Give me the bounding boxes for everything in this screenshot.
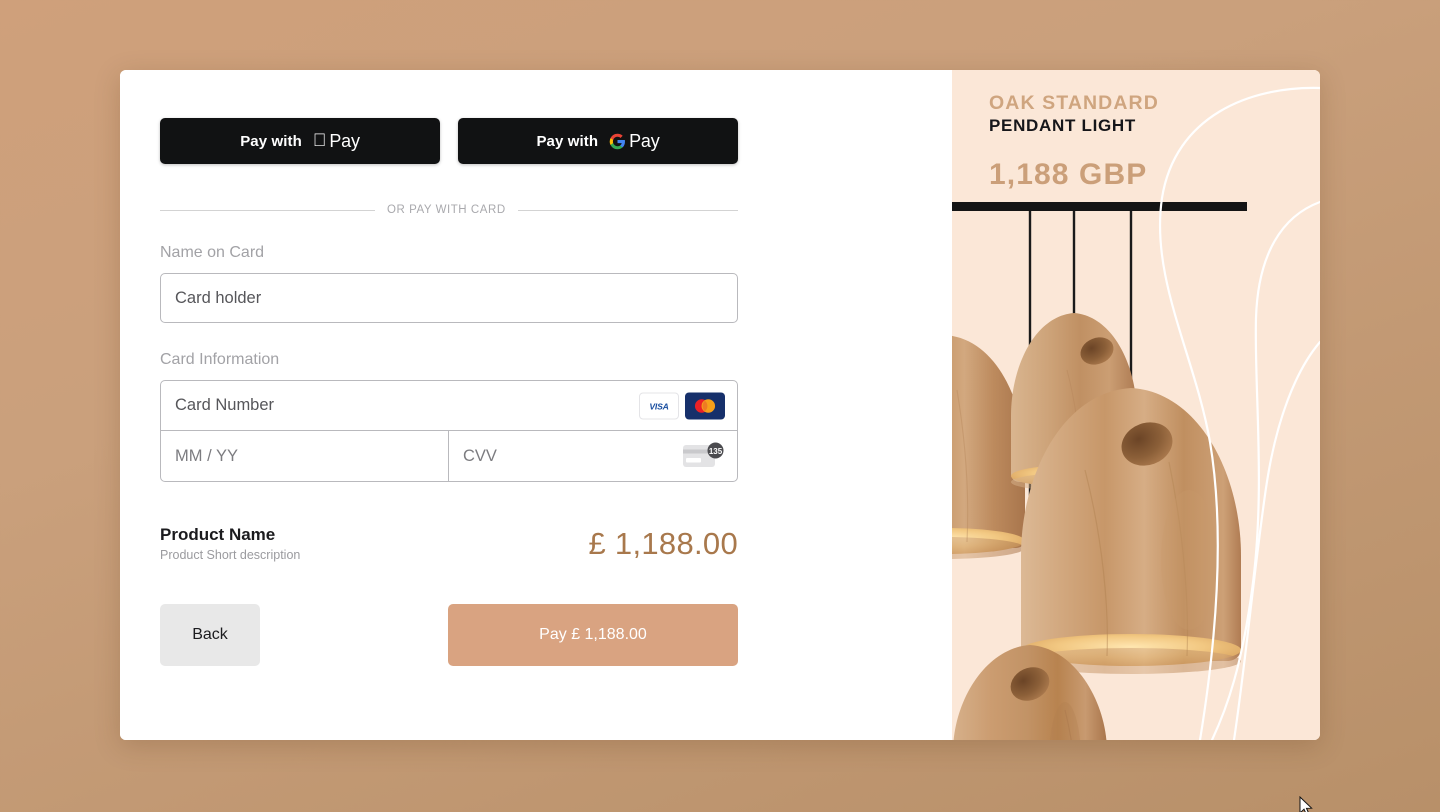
mouse-cursor: [1299, 796, 1313, 812]
pendant-lamp-d: [953, 645, 1107, 740]
card-expiry-input[interactable]: MM / YY: [161, 431, 449, 481]
card-information-label: Card Information: [160, 351, 280, 368]
pendant-lamp-b: [1011, 313, 1137, 491]
showcase-price: 1,188 GBP: [989, 157, 1148, 191]
order-summary: Product Name Product Short description £…: [160, 524, 738, 562]
pendant-lamp-c: [1021, 388, 1241, 674]
order-summary-product: Product Name Product Short description: [160, 524, 300, 562]
apple-pay-button[interactable]: Pay with  Pay: [160, 118, 440, 164]
svg-text:VISA: VISA: [649, 401, 668, 411]
card-information-block: Card Number VISA MM / YY CVV 135: [160, 380, 738, 482]
apple-logo-icon: : [313, 131, 327, 149]
showcase-text-block: OAK STANDARD PENDANT LIGHT 1,188 GBP: [989, 92, 1159, 192]
or-pay-with-card-divider: OR PAY WITH CARD: [160, 204, 738, 216]
form-actions: Back Pay £ 1,188.00: [160, 604, 738, 667]
svg-text:135: 135: [709, 447, 723, 456]
product-name: Product Name: [160, 525, 276, 544]
showcase-subtitle: PENDANT LIGHT: [989, 116, 1136, 136]
showcase-title: OAK STANDARD: [989, 92, 1159, 114]
apple-pay-brand-text: Pay: [322, 130, 360, 151]
wallet-buttons-row: Pay with  Pay Pay with: [160, 118, 738, 164]
back-button[interactable]: Back: [160, 604, 260, 667]
google-pay-label: Pay with: [536, 132, 599, 150]
divider-rule-right: [517, 209, 738, 211]
divider-rule-left: [160, 209, 375, 211]
checkout-card: Pay with  Pay Pay with: [120, 70, 1320, 740]
apple-pay-mark:  Pay: [313, 131, 360, 152]
divider-label: OR PAY WITH CARD: [387, 204, 506, 216]
card-expiry-placeholder: MM / YY: [175, 446, 238, 465]
product-showcase-pane: OAK STANDARD PENDANT LIGHT 1,188 GBP: [952, 70, 1320, 740]
google-pay-brand-text: Pay: [629, 130, 660, 151]
card-expiry-cvv-row: MM / YY CVV 135: [161, 431, 737, 481]
google-pay-mark: Pay: [609, 130, 660, 152]
card-number-placeholder: Card Number: [175, 396, 275, 414]
payment-form-pane: Pay with  Pay Pay with: [120, 70, 952, 740]
card-holder-placeholder: Card holder: [175, 288, 262, 307]
name-on-card-group: Name on Card Card holder: [160, 244, 738, 323]
card-number-input[interactable]: Card Number VISA: [161, 381, 737, 431]
name-on-card-label: Name on Card: [160, 244, 265, 261]
apple-pay-label: Pay with: [240, 132, 302, 150]
card-information-group: Card Information Card Number VISA MM / Y…: [160, 351, 738, 482]
cvv-card-icon: 135: [683, 442, 725, 470]
google-g-icon: [609, 133, 626, 149]
card-cvv-placeholder: CVV: [463, 446, 497, 465]
product-description: Product Short description: [160, 548, 301, 563]
google-pay-button[interactable]: Pay with Pay: [458, 118, 738, 164]
order-total-price: £ 1,188.00: [588, 526, 738, 561]
pendant-lamp-a: [952, 336, 1025, 559]
card-brand-logos: VISA: [639, 392, 725, 419]
mastercard-logo-icon: [685, 392, 725, 419]
visa-logo-icon: VISA: [639, 392, 679, 419]
card-holder-input[interactable]: Card holder: [160, 273, 738, 323]
pay-button[interactable]: Pay £ 1,188.00: [448, 604, 738, 667]
card-cvv-input[interactable]: CVV 135: [449, 431, 737, 481]
